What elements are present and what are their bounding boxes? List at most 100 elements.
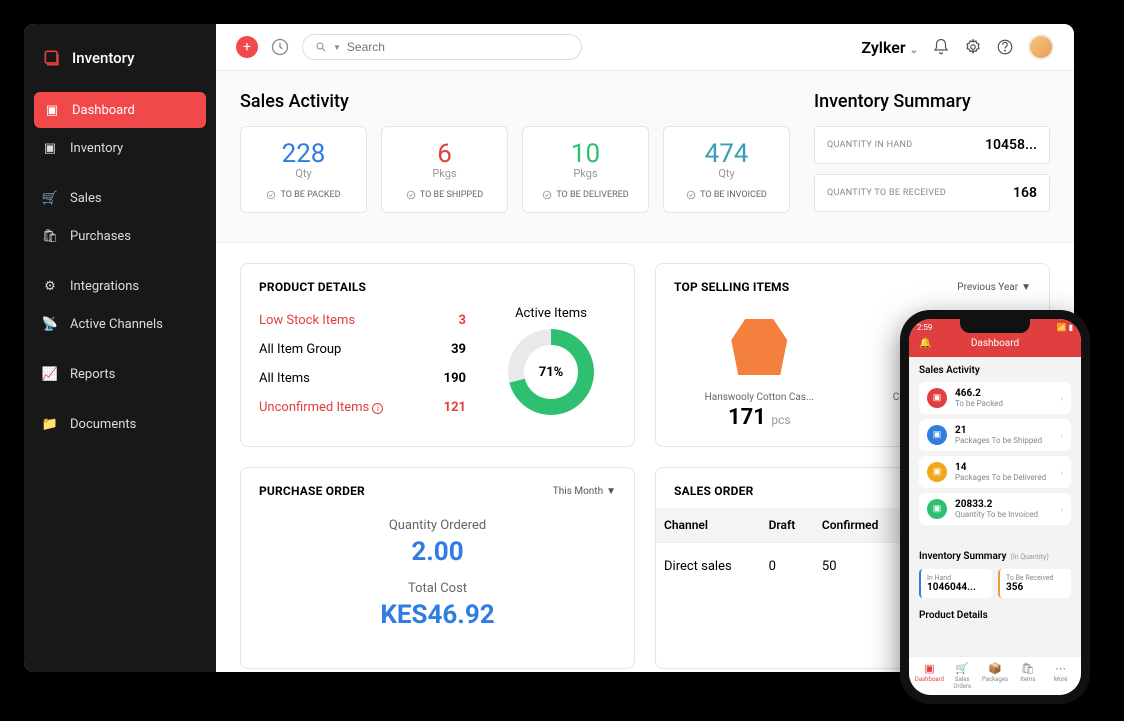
- search-input[interactable]: [347, 40, 569, 54]
- top-item-card[interactable]: Hanswooly Cotton Cas... 171 pcs: [674, 306, 845, 430]
- sidebar-item-integrations[interactable]: ⚙Integrations: [24, 268, 216, 304]
- po-cost-value: KES46.92: [259, 600, 616, 630]
- phone-inv-card: To Be Received356: [998, 569, 1071, 598]
- search-icon: [315, 41, 327, 53]
- pd-value: 3: [459, 313, 466, 328]
- stat-card-to-be-shipped[interactable]: 6 Pkgs TO BE SHIPPED: [381, 126, 508, 213]
- chevron-right-icon: ›: [1061, 505, 1063, 514]
- sidebar-item-active-channels[interactable]: 📡Active Channels: [24, 306, 216, 342]
- filter-label: Previous Year: [957, 282, 1018, 293]
- help-button[interactable]: [996, 38, 1014, 56]
- inv-label: QUANTITY TO BE RECEIVED: [827, 188, 946, 198]
- phone-bell-icon[interactable]: 🔔: [919, 338, 931, 349]
- nav-icon: 📡: [42, 316, 58, 332]
- sidebar-item-sales[interactable]: 🛒Sales: [24, 180, 216, 216]
- sidebar-item-inventory[interactable]: ▣Inventory: [24, 130, 216, 166]
- phone-tab-more[interactable]: ⋯More: [1044, 662, 1077, 690]
- org-selector[interactable]: Zylker ⌄: [861, 38, 918, 57]
- summary-strip: Sales Activity 228 Qty TO BE PACKED6 Pkg…: [216, 71, 1074, 243]
- po-qty-value: 2.00: [259, 537, 616, 567]
- stat-card-to-be-delivered[interactable]: 10 Pkgs TO BE DELIVERED: [522, 126, 649, 213]
- inv-value: 168: [1013, 185, 1037, 201]
- phone-tab-bar: ▣Dashboard🛒Sales Orders📦Packages🛍Items⋯M…: [909, 656, 1081, 695]
- phone-stat-row[interactable]: ▣466.2To be Packed›: [919, 382, 1071, 414]
- phone-stat-label: Packages To be Shipped: [955, 436, 1042, 445]
- sales-activity-section: Sales Activity 228 Qty TO BE PACKED6 Pkg…: [240, 91, 790, 222]
- check-circle-icon: [542, 190, 552, 200]
- sidebar-item-reports[interactable]: 📈Reports: [24, 356, 216, 392]
- donut-chart: [508, 329, 594, 415]
- nav-label: Inventory: [70, 141, 123, 156]
- phone-stat-value: 21: [955, 425, 1042, 436]
- inventory-summary-title: Inventory Summary: [814, 91, 1050, 112]
- sidebar-item-documents[interactable]: 📁 Documents: [24, 406, 216, 442]
- phone-stat-row[interactable]: ▣21Packages To be Shipped›: [919, 419, 1071, 451]
- phone-tab-dashboard[interactable]: ▣Dashboard: [913, 662, 946, 690]
- phone-stat-icon: ▣: [927, 462, 947, 482]
- nav-icon: 📁: [42, 416, 58, 432]
- stat-card-to-be-invoiced[interactable]: 474 Qty TO BE INVOICED: [663, 126, 790, 213]
- sidebar-item-purchases[interactable]: 🛍 Purchases: [24, 218, 216, 254]
- history-button[interactable]: [270, 37, 290, 57]
- purchase-order-title: PURCHASE ORDER: [259, 484, 365, 498]
- pd-value: 39: [451, 342, 466, 357]
- filter-label: This Month: [553, 486, 603, 497]
- nav-label: Documents: [70, 417, 136, 432]
- pd-label: All Item Group: [259, 342, 341, 357]
- phone-tab-sales-orders[interactable]: 🛒Sales Orders: [946, 662, 979, 690]
- pd-row[interactable]: Unconfirmed Items i 121: [259, 393, 466, 422]
- so-cell: Direct sales: [656, 543, 761, 591]
- stat-card-to-be-packed[interactable]: 228 Qty TO BE PACKED: [240, 126, 367, 213]
- pd-row[interactable]: All Items190: [259, 364, 466, 393]
- check-circle-icon: [406, 190, 416, 200]
- mobile-preview: 2:59📶 ▮ 🔔 Dashboard Sales Activity ▣466.…: [900, 310, 1090, 704]
- phone-tab-icon: ▣: [913, 662, 946, 675]
- phone-tab-packages[interactable]: 📦Packages: [979, 662, 1012, 690]
- search-box[interactable]: ▼: [302, 34, 582, 60]
- item-image: [724, 312, 794, 382]
- po-cost-label: Total Cost: [259, 581, 616, 596]
- pd-row[interactable]: All Item Group 39: [259, 335, 466, 364]
- settings-button[interactable]: [964, 38, 982, 56]
- phone-signal-icon: 📶 ▮: [1057, 323, 1073, 332]
- pd-label: Unconfirmed Items i: [259, 400, 383, 415]
- phone-notch: [960, 319, 1030, 333]
- active-items-chart: Active Items: [486, 306, 616, 422]
- notifications-button[interactable]: [932, 38, 950, 56]
- pd-value: 121: [444, 400, 466, 415]
- history-icon: [270, 37, 290, 57]
- stat-value: 6: [390, 139, 499, 169]
- nav-label: Purchases: [70, 229, 131, 244]
- topbar-right: Zylker ⌄: [861, 34, 1054, 60]
- phone-stat-row[interactable]: ▣14Packages To be Delivered›: [919, 456, 1071, 488]
- topbar: + ▼ Zylker ⌄: [216, 24, 1074, 71]
- phone-inv-value: 1046044...: [927, 582, 986, 593]
- purchase-order-filter[interactable]: This Month ▼: [553, 486, 616, 497]
- phone-tab-icon: ⋯: [1044, 662, 1077, 675]
- nav-icon: 🛒: [42, 190, 58, 206]
- brand: Inventory: [24, 42, 216, 90]
- stat-unit: Qty: [672, 167, 781, 180]
- gear-icon: [964, 38, 982, 56]
- phone-stat-row[interactable]: ▣20833.2Quantity To be Invoiced›: [919, 493, 1071, 525]
- add-button[interactable]: +: [236, 36, 258, 58]
- phone-tab-icon: 🛒: [946, 662, 979, 675]
- phone-tab-icon: 📦: [979, 662, 1012, 675]
- phone-tab-items[interactable]: 🛍Items: [1011, 662, 1044, 690]
- user-avatar[interactable]: [1028, 34, 1054, 60]
- top-selling-filter[interactable]: Previous Year ▼: [957, 282, 1031, 293]
- stat-unit: Qty: [249, 167, 358, 180]
- phone-inv-value: 356: [1006, 582, 1065, 593]
- sales-order-title: SALES ORDER: [674, 484, 753, 498]
- phone-inv-card: In Hand1046044...: [919, 569, 992, 598]
- pd-row[interactable]: Low Stock Items3: [259, 306, 466, 335]
- chevron-right-icon: ›: [1061, 394, 1063, 403]
- product-details-title: PRODUCT DETAILS: [259, 280, 366, 294]
- item-qty: 171 pcs: [674, 405, 845, 430]
- so-cell: 0: [761, 543, 814, 591]
- stat-value: 10: [531, 139, 640, 169]
- nav-icon: 🛍: [42, 228, 58, 244]
- nav-label: Integrations: [70, 279, 139, 294]
- chevron-right-icon: ›: [1061, 431, 1063, 440]
- sidebar-item-dashboard[interactable]: ▣Dashboard: [34, 92, 206, 128]
